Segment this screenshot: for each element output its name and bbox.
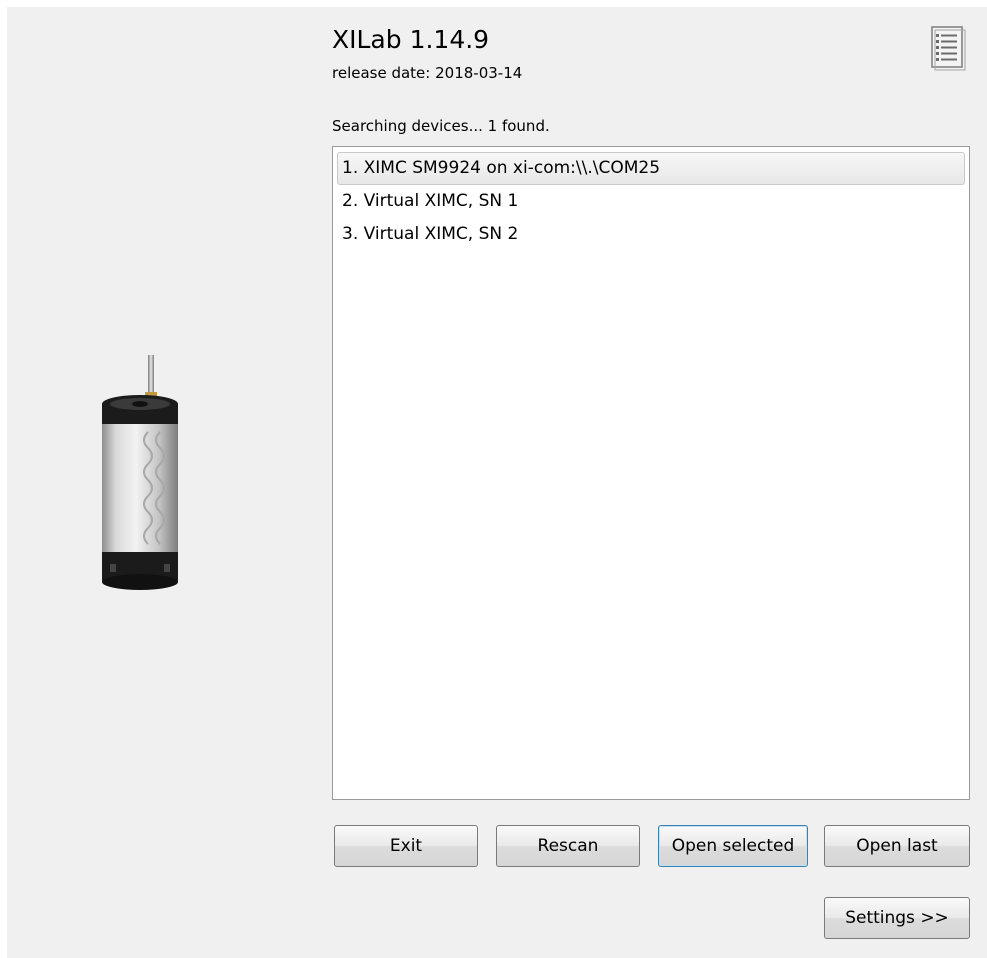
device-list-item[interactable]: 1. XIMC SM9924 on xi-com:\\.\COM25 [337, 152, 965, 185]
search-status: Searching devices... 1 found. [332, 117, 550, 135]
device-list-item[interactable]: 3. Virtual XIMC, SN 2 [337, 218, 965, 251]
app-title: XILab 1.14.9 [332, 25, 490, 54]
device-list[interactable]: 1. XIMC SM9924 on xi-com:\\.\COM25 2. Vi… [332, 146, 970, 800]
document-list-icon [931, 26, 966, 71]
motor-image [102, 355, 178, 590]
log-button[interactable] [926, 24, 968, 72]
settings-button[interactable]: Settings >> [824, 897, 970, 939]
release-date: release date: 2018-03-14 [332, 64, 523, 82]
exit-button[interactable]: Exit [334, 825, 478, 867]
open-selected-button[interactable]: Open selected [658, 825, 808, 867]
open-last-button[interactable]: Open last [824, 825, 970, 867]
rescan-button[interactable]: Rescan [496, 825, 640, 867]
device-list-item[interactable]: 2. Virtual XIMC, SN 1 [337, 185, 965, 218]
